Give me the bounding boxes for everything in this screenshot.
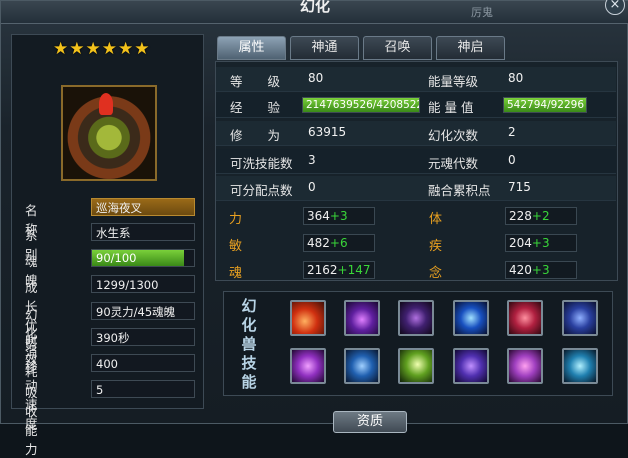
growth-value: 1299/1300	[91, 275, 195, 293]
wash-skill-label: 可洗技能数	[230, 156, 293, 171]
attr-label-soul: 魂	[229, 266, 243, 281]
level-label: 等 级	[230, 74, 281, 89]
pet-portrait	[61, 85, 157, 181]
points-label: 可分配点数	[230, 183, 293, 198]
absorb-value: 5	[91, 380, 195, 398]
attr-label-spd: 疾	[429, 239, 443, 254]
cultivation-value: 63915	[308, 125, 347, 139]
title-bar: 幻化 厉鬼 ×	[1, 0, 628, 24]
exp-label: 经 验	[230, 100, 281, 115]
attr-label-agi: 敏	[229, 239, 243, 254]
attr-label-str: 力	[229, 212, 243, 227]
soul-gen-value: 0	[508, 153, 516, 167]
star-rating: ★★★★★★	[53, 39, 151, 59]
points-value: 0	[308, 180, 316, 194]
frost-beast-icon[interactable]	[562, 348, 598, 384]
power-level-label: 能量等级	[428, 74, 479, 89]
attr-value-spd: 204+3	[505, 234, 577, 252]
blue-shield-icon[interactable]	[344, 348, 380, 384]
blue-armor-icon[interactable]	[562, 300, 598, 336]
attr-label-con: 体	[429, 212, 443, 227]
attr-value-str: 364+3	[303, 207, 375, 225]
attr-base: 482	[307, 236, 330, 250]
transform-count-value: 2	[508, 125, 516, 139]
attr-bonus: +3	[531, 236, 550, 250]
tab-divine-power[interactable]: 神通	[290, 36, 359, 60]
attr-base: 204	[509, 236, 532, 250]
purple-spiral-icon[interactable]	[290, 348, 326, 384]
tab-summon[interactable]: 召唤	[363, 36, 432, 60]
attr-bonus: +147	[337, 263, 371, 277]
duration-value: 390秒	[91, 328, 195, 346]
level-value: 80	[308, 71, 324, 85]
window-title: 幻化	[299, 0, 330, 15]
stats-row: 可分配点数 0 融合累积点 715	[216, 176, 616, 201]
fusion-label: 融合累积点	[428, 183, 491, 198]
exp-value: 2147639526/420852288	[306, 99, 419, 111]
info-label: 吸收能力	[25, 385, 38, 457]
stats-row: 等 级 80 能量等级 80	[216, 67, 616, 92]
exp-bar: 2147639526/420852288	[302, 97, 420, 113]
attr-value-con: 228+2	[505, 207, 577, 225]
stats-row: 可洗技能数 3 元魂代数 0	[216, 149, 616, 174]
cultivation-label: 修 为	[230, 128, 281, 143]
soul-gen-label: 元魂代数	[428, 156, 479, 171]
attr-bonus: +3	[329, 209, 348, 223]
pet-type-value: 水生系	[91, 223, 195, 241]
attr-base: 420	[509, 263, 532, 277]
red-claw-icon[interactable]	[507, 300, 543, 336]
power-bar: 542794/92296	[503, 97, 587, 113]
attr-value-mind: 420+3	[505, 261, 577, 279]
power-value: 542794/92296	[507, 99, 585, 111]
fusion-value: 715	[508, 180, 531, 194]
tab-divine-revelation[interactable]: 神启	[436, 36, 505, 60]
shadow-figure-icon[interactable]	[398, 300, 434, 336]
magenta-robe-icon[interactable]	[507, 348, 543, 384]
soul-bar: 90/100	[91, 249, 195, 267]
attr-bonus: +3	[531, 263, 550, 277]
power-value-label: 能 量 值	[428, 100, 474, 115]
skill-section-title: 幻化兽技能	[241, 297, 257, 391]
purple-flame-icon[interactable]	[344, 300, 380, 336]
speed-value: 400	[91, 354, 195, 372]
water-wave-icon[interactable]	[453, 300, 489, 336]
attr-bonus: +2	[531, 209, 550, 223]
green-arrow-icon[interactable]	[398, 348, 434, 384]
fire-slash-icon[interactable]	[290, 300, 326, 336]
attr-label-mind: 念	[429, 266, 443, 281]
background-label: 厉鬼	[471, 6, 493, 19]
attr-value-soul: 2162+147	[303, 261, 375, 279]
attr-base: 364	[307, 209, 330, 223]
attr-base: 2162	[307, 263, 338, 277]
tab-attributes[interactable]: 属性	[217, 36, 286, 60]
stats-row: 经 验 2147639526/420852288 能 量 值 542794/92…	[216, 93, 616, 118]
transform-window: 幻化 厉鬼 × ★★★★★★ 名 称 巡海夜叉 系 别 水生系 魂 魄 90/1…	[0, 0, 628, 457]
power-level-value: 80	[508, 71, 524, 85]
attr-bonus: +6	[329, 236, 348, 250]
violet-robe-icon[interactable]	[453, 348, 489, 384]
pet-name-value: 巡海夜叉	[91, 198, 195, 216]
attr-base: 228	[509, 209, 532, 223]
stats-row: 修 为 63915 幻化次数 2	[216, 121, 616, 146]
soul-value: 90/100	[96, 251, 137, 265]
wash-skill-value: 3	[308, 153, 316, 167]
attr-value-agi: 482+6	[303, 234, 375, 252]
transform-count-label: 幻化次数	[428, 128, 479, 143]
cost-value: 90灵力/45魂魄	[91, 302, 195, 320]
aptitude-button[interactable]: 资质	[333, 411, 407, 433]
